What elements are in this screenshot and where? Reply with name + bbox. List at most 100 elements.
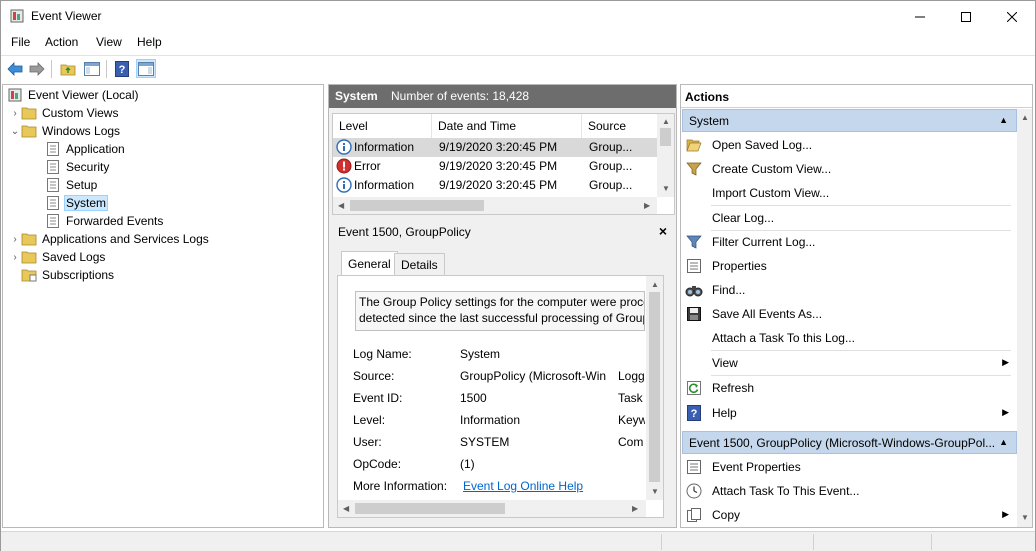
tree-item-saved-logs[interactable]: › Saved Logs xyxy=(9,248,107,266)
show-action-pane-button[interactable] xyxy=(136,59,156,78)
column-header-level[interactable]: Level xyxy=(333,114,432,138)
actions-section-event[interactable]: Event 1500, GroupPolicy (Microsoft-Windo… xyxy=(682,431,1017,454)
property-value: 1500 xyxy=(460,391,487,405)
scroll-left-icon[interactable]: ◀ xyxy=(338,201,344,210)
tab-general[interactable]: General xyxy=(341,251,398,276)
menu-view[interactable]: View xyxy=(96,35,122,49)
up-folder-button[interactable] xyxy=(58,59,78,78)
tree-item-applications-and-services-logs[interactable]: › Applications and Services Logs xyxy=(9,230,211,248)
scroll-thumb[interactable] xyxy=(350,200,484,211)
scroll-down-icon[interactable]: ▼ xyxy=(1021,513,1029,522)
action-view[interactable]: View ▶ xyxy=(685,352,1015,374)
column-label: Date and Time xyxy=(438,119,517,133)
action-create-custom-view[interactable]: Create Custom View... xyxy=(685,158,1015,180)
scroll-right-icon[interactable]: ▶ xyxy=(632,504,638,513)
column-header-date-time[interactable]: Date and Time xyxy=(432,114,582,138)
scroll-up-icon[interactable]: ▲ xyxy=(651,280,659,289)
log-view-pane: System Number of events: 18,428 Level Da… xyxy=(328,84,677,528)
tree-item-application[interactable]: Application xyxy=(45,140,127,158)
events-horizontal-scrollbar[interactable]: ◀ ▶ xyxy=(333,197,657,214)
scroll-thumb[interactable] xyxy=(660,128,671,146)
folder-icon xyxy=(21,231,37,247)
action-help[interactable]: ? Help ▶ xyxy=(685,402,1015,424)
submenu-arrow-icon: ▶ xyxy=(1002,357,1009,367)
collapse-up-icon[interactable]: ▲ xyxy=(999,437,1008,447)
close-icon xyxy=(1007,11,1017,22)
log-icon xyxy=(45,213,61,229)
tree-item-custom-views[interactable]: › Custom Views xyxy=(9,104,120,122)
scroll-up-icon[interactable]: ▲ xyxy=(662,117,670,126)
scroll-left-icon[interactable]: ◀ xyxy=(343,504,349,513)
tree-item-windows-logs[interactable]: ⌄ Windows Logs xyxy=(9,122,122,140)
tree-item-event-viewer-local[interactable]: Event Viewer (Local) xyxy=(7,86,141,104)
action-clear-log[interactable]: Clear Log... xyxy=(685,207,1015,229)
scroll-right-icon[interactable]: ▶ xyxy=(644,201,650,210)
action-properties[interactable]: Properties xyxy=(685,255,1015,277)
detail-vertical-scrollbar[interactable]: ▲ ▼ xyxy=(646,276,663,500)
chevron-right-icon[interactable]: › xyxy=(9,104,21,122)
close-button[interactable] xyxy=(989,1,1035,32)
action-label: Attach a Task To this Log... xyxy=(712,331,855,345)
chevron-right-icon[interactable]: › xyxy=(9,248,21,266)
menu-action[interactable]: Action xyxy=(45,35,78,49)
event-viewer-window: Event Viewer File Action View Help ? Eve… xyxy=(0,0,1036,551)
action-open-saved-log[interactable]: Open Saved Log... xyxy=(685,134,1015,156)
chevron-right-icon[interactable]: › xyxy=(9,230,21,248)
action-label: Refresh xyxy=(712,381,755,395)
menu-file[interactable]: File xyxy=(11,35,30,49)
action-copy[interactable]: Copy ▶ xyxy=(685,504,1015,526)
action-pane-icon xyxy=(138,61,154,76)
action-attach-task-to-log[interactable]: Attach a Task To this Log... xyxy=(685,327,1015,349)
maximize-button[interactable] xyxy=(943,1,989,32)
actions-header: Actions xyxy=(681,85,1032,108)
folder-icon xyxy=(21,105,37,121)
forward-button[interactable] xyxy=(27,59,47,78)
scroll-thumb[interactable] xyxy=(355,503,505,514)
action-find[interactable]: Find... xyxy=(685,279,1015,301)
tree-item-system[interactable]: System xyxy=(45,194,109,212)
detail-horizontal-scrollbar[interactable]: ◀ ▶ xyxy=(338,500,646,517)
maximize-icon xyxy=(961,11,971,22)
chevron-down-icon[interactable]: ⌄ xyxy=(9,122,21,140)
event-row[interactable]: Information 9/19/2020 3:20:45 PM Group..… xyxy=(333,138,657,157)
section-label: Event 1500, GroupPolicy (Microsoft-Windo… xyxy=(689,436,996,450)
column-header-source[interactable]: Source xyxy=(582,114,657,138)
scroll-down-icon[interactable]: ▼ xyxy=(662,184,670,193)
event-viewer-icon xyxy=(7,87,23,103)
actions-section-system[interactable]: System ▲ xyxy=(682,109,1017,132)
scroll-up-icon[interactable]: ▲ xyxy=(1021,113,1029,122)
action-import-custom-view[interactable]: Import Custom View... xyxy=(685,182,1015,204)
action-save-all-events-as[interactable]: Save All Events As... xyxy=(685,303,1015,325)
show-hide-tree-button[interactable] xyxy=(82,59,102,78)
log-name: System xyxy=(335,89,378,103)
minimize-button[interactable] xyxy=(897,1,943,32)
window-title: Event Viewer xyxy=(31,9,102,23)
close-detail-icon[interactable]: × xyxy=(659,223,667,239)
action-attach-task-to-event[interactable]: Attach Task To This Event... xyxy=(685,480,1015,502)
property-key: Level: xyxy=(353,413,386,427)
event-log-online-help-link[interactable]: Event Log Online Help xyxy=(463,479,583,493)
tree-item-security[interactable]: Security xyxy=(45,158,111,176)
menu-help[interactable]: Help xyxy=(137,35,162,49)
action-filter-current-log[interactable]: Filter Current Log... xyxy=(685,231,1015,253)
tree-item-setup[interactable]: Setup xyxy=(45,176,99,194)
event-row[interactable]: Error 9/19/2020 3:20:45 PM Group... xyxy=(333,157,657,176)
event-description[interactable]: The Group Policy settings for the comput… xyxy=(355,291,645,331)
folder-icon xyxy=(21,123,37,139)
copy-icon xyxy=(685,506,703,524)
scroll-down-icon[interactable]: ▼ xyxy=(651,487,659,496)
back-button[interactable] xyxy=(5,59,25,78)
scroll-thumb[interactable] xyxy=(649,292,660,482)
actions-vertical-scrollbar[interactable]: ▲ ▼ xyxy=(1017,109,1032,527)
event-datetime: 9/19/2020 3:20:45 PM xyxy=(439,178,558,192)
tab-details[interactable]: Details xyxy=(394,253,445,276)
collapse-up-icon[interactable]: ▲ xyxy=(999,115,1008,125)
event-row[interactable]: Information 9/19/2020 3:20:45 PM Group..… xyxy=(333,176,657,195)
log-icon xyxy=(45,195,61,211)
tree-item-subscriptions[interactable]: Subscriptions xyxy=(21,266,116,284)
events-vertical-scrollbar[interactable]: ▲ ▼ xyxy=(657,114,674,197)
help-toolbar-button[interactable]: ? xyxy=(112,59,132,78)
tree-item-forwarded-events[interactable]: Forwarded Events xyxy=(45,212,165,230)
action-event-properties[interactable]: Event Properties xyxy=(685,456,1015,478)
action-refresh[interactable]: Refresh xyxy=(685,377,1015,399)
